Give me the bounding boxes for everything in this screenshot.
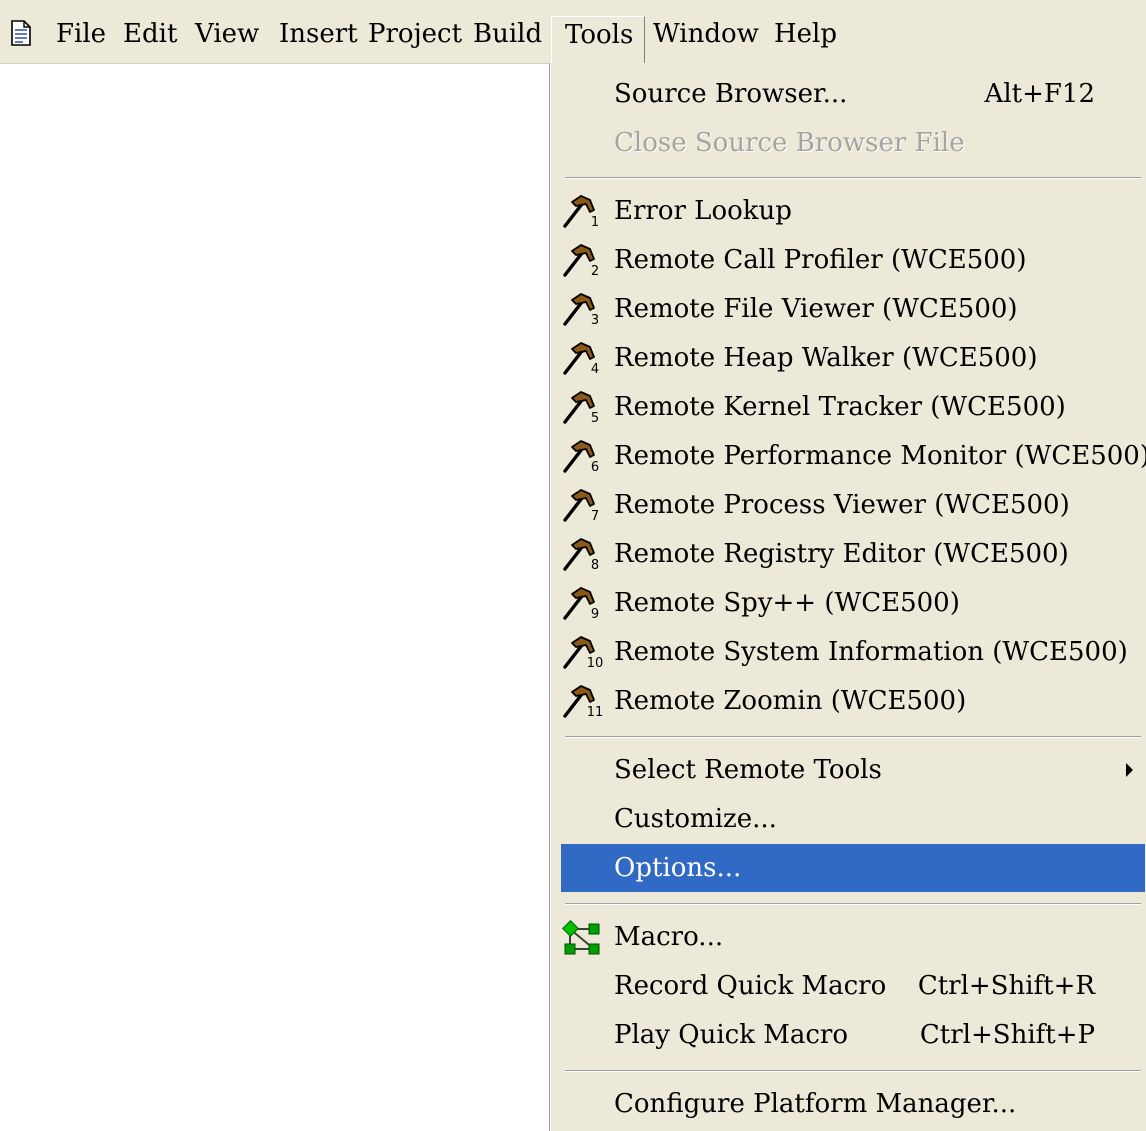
tool-number: 7 <box>591 509 599 523</box>
menu-item-label: Record Quick Macro <box>614 971 887 1001</box>
hammer-icon: 2 <box>563 244 599 278</box>
menu-item-error-lookup[interactable]: 1 Error Lookup <box>561 187 1145 235</box>
menu-item-shortcut: Alt+F12 <box>984 79 1095 109</box>
menu-separator <box>565 736 1141 738</box>
menu-item-play-quick-macro[interactable]: Play Quick Macro Ctrl+Shift+P <box>561 1011 1145 1059</box>
menu-item-label: Remote Process Viewer (WCE500) <box>614 490 1070 520</box>
submenu-arrow-icon <box>1126 763 1133 777</box>
menu-separator <box>565 177 1141 179</box>
menu-item-label: Source Browser... <box>614 79 848 109</box>
tool-number: 8 <box>591 558 599 572</box>
menu-item-label: Remote Zoomin (WCE500) <box>614 686 967 716</box>
menu-item-label: Close Source Browser File <box>614 128 965 158</box>
menu-item-shortcut: Ctrl+Shift+P <box>919 1020 1095 1050</box>
menu-item-record-quick-macro[interactable]: Record Quick Macro Ctrl+Shift+R <box>561 962 1145 1010</box>
menu-item-remote-file-viewer[interactable]: 3 Remote File Viewer (WCE500) <box>561 285 1145 333</box>
menu-item-label: Error Lookup <box>614 196 792 226</box>
menu-item-shortcut: Ctrl+Shift+R <box>917 971 1095 1001</box>
menu-item-remote-performance-monitor[interactable]: 6 Remote Performance Monitor (WCE500) <box>561 432 1146 480</box>
tool-number: 1 <box>591 215 599 229</box>
menu-item-remote-spy[interactable]: 9 Remote Spy++ (WCE500) <box>561 579 1145 627</box>
menu-item-close-source-browser-file: Close Source Browser File <box>561 119 1145 167</box>
tool-number: 4 <box>591 362 599 376</box>
menu-item-label: Remote Spy++ (WCE500) <box>614 588 960 618</box>
menu-item-remote-kernel-tracker[interactable]: 5 Remote Kernel Tracker (WCE500) <box>561 383 1145 431</box>
menu-item-remote-call-profiler[interactable]: 2 Remote Call Profiler (WCE500) <box>561 236 1145 284</box>
hammer-icon: 7 <box>563 489 599 523</box>
hammer-icon: 3 <box>563 293 599 327</box>
hammer-icon: 4 <box>563 342 599 376</box>
menu-view[interactable]: View <box>189 16 265 56</box>
menu-item-macro[interactable]: Macro... <box>561 913 1145 961</box>
menu-item-label: Remote System Information (WCE500) <box>614 637 1128 667</box>
hammer-icon: 11 <box>563 685 604 719</box>
menu-bar: File Edit View Insert Project Build Tool… <box>0 0 1146 64</box>
tool-number: 9 <box>591 607 599 621</box>
menu-item-select-remote-tools[interactable]: Select Remote Tools <box>561 746 1145 794</box>
menu-item-remote-zoomin[interactable]: 11 Remote Zoomin (WCE500) <box>561 677 1145 725</box>
menu-item-label: Select Remote Tools <box>614 755 882 785</box>
menu-separator <box>565 903 1141 905</box>
hammer-icon: 6 <box>563 440 599 474</box>
menu-item-label: Remote Call Profiler (WCE500) <box>614 245 1027 275</box>
menu-help[interactable]: Help <box>768 16 843 56</box>
menu-file[interactable]: File <box>50 16 112 56</box>
menu-item-label: Remote Heap Walker (WCE500) <box>614 343 1038 373</box>
menu-item-label: Remote File Viewer (WCE500) <box>614 294 1018 324</box>
menu-item-remote-registry-editor[interactable]: 8 Remote Registry Editor (WCE500) <box>561 530 1145 578</box>
hammer-icon: 10 <box>563 636 604 670</box>
menu-item-label: Customize... <box>614 804 777 834</box>
menu-item-label: Macro... <box>614 922 724 952</box>
menu-item-label: Play Quick Macro <box>614 1020 848 1050</box>
menu-item-options[interactable]: Options... <box>561 844 1145 892</box>
menu-item-label: Remote Performance Monitor (WCE500) <box>614 441 1146 471</box>
menu-item-remote-heap-walker[interactable]: 4 Remote Heap Walker (WCE500) <box>561 334 1145 382</box>
hammer-icon: 9 <box>563 587 599 621</box>
menu-separator <box>565 1070 1141 1072</box>
hammer-icon: 8 <box>563 538 599 572</box>
menu-item-label: Configure Platform Manager... <box>614 1089 1017 1119</box>
menu-item-label: Remote Registry Editor (WCE500) <box>614 539 1069 569</box>
menu-item-customize[interactable]: Customize... <box>561 795 1145 843</box>
menu-build[interactable]: Build <box>467 16 548 56</box>
macro-icon <box>562 920 600 955</box>
menu-project[interactable]: Project <box>362 16 468 56</box>
menu-insert[interactable]: Insert <box>273 16 364 56</box>
menu-tools[interactable]: Tools <box>551 16 645 64</box>
tool-number: 6 <box>591 460 599 474</box>
document-icon[interactable] <box>10 20 32 46</box>
menu-window[interactable]: Window <box>647 16 765 56</box>
tool-number: 3 <box>591 313 599 327</box>
hammer-icon: 1 <box>563 195 599 229</box>
menu-edit[interactable]: Edit <box>117 16 183 56</box>
tool-number: 11 <box>587 705 604 719</box>
menu-item-label: Options... <box>614 853 742 883</box>
tools-menu-dropdown: Source Browser... Alt+F12 Close Source B… <box>550 63 1146 1131</box>
tool-number: 10 <box>587 656 604 670</box>
hammer-icon: 5 <box>563 391 599 425</box>
menu-item-remote-system-information[interactable]: 10 Remote System Information (WCE500) <box>561 628 1145 676</box>
menu-item-configure-platform-manager[interactable]: Configure Platform Manager... <box>561 1080 1145 1128</box>
tool-number: 5 <box>591 411 599 425</box>
menu-item-source-browser[interactable]: Source Browser... Alt+F12 <box>561 70 1145 118</box>
menu-item-remote-process-viewer[interactable]: 7 Remote Process Viewer (WCE500) <box>561 481 1145 529</box>
tool-number: 2 <box>591 264 599 278</box>
menu-item-label: Remote Kernel Tracker (WCE500) <box>614 392 1066 422</box>
